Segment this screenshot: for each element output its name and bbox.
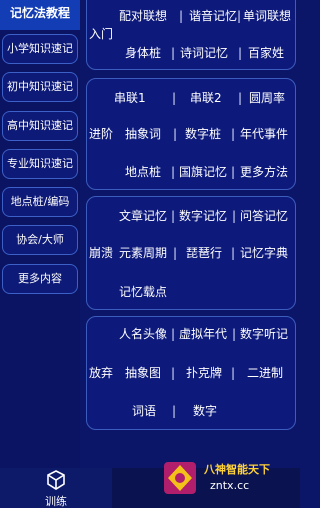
menu-item[interactable]: 人名头像 (119, 326, 167, 342)
separator: | (173, 246, 178, 260)
panel-advanced: 串联1 | 串联2 | 圆周率 进阶 抽象词 | 数字桩 | 年代事件 地点桩 … (86, 78, 296, 190)
sidebar-item-more[interactable]: 更多内容 (2, 264, 78, 294)
panel-application: 文章记忆 | 数字记忆 | 问答记忆 崩溃 元素周期 | 琵琶行 | 记忆字典 … (86, 196, 296, 310)
menu-item[interactable]: 抽象图 (125, 365, 161, 381)
separator: | (232, 327, 237, 341)
sidebar-item-junior-high[interactable]: 初中知识速记 (2, 72, 78, 102)
menu-item[interactable]: 入门 (89, 26, 113, 42)
menu-item[interactable]: 文章记忆 (119, 208, 167, 224)
separator: | (232, 209, 237, 223)
nav-train[interactable]: 训练 (0, 468, 112, 508)
menu-item[interactable]: 配对联想 (119, 8, 167, 24)
sidebar: 记忆法教程 小学知识速记 初中知识速记 高中知识速记 专业知识速记 地点桩/编码… (0, 0, 80, 468)
menu-item[interactable]: 地点桩 (125, 164, 161, 180)
menu-item[interactable]: 元素周期 (119, 245, 167, 261)
separator: | (172, 404, 177, 418)
separator: | (173, 127, 178, 141)
menu-item[interactable]: 进阶 (89, 126, 113, 142)
menu-item[interactable]: 百家姓 (248, 45, 284, 61)
sidebar-item-professional[interactable]: 专业知识速记 (2, 149, 78, 179)
separator: | (231, 246, 236, 260)
menu-item[interactable]: 数字桩 (185, 126, 221, 142)
panel-competition: 人名头像 | 虚拟年代 | 数字听记 放弃 抽象图 | 扑克牌 | 二进制 词语… (86, 316, 296, 430)
menu-item[interactable]: 数字记忆 (179, 208, 227, 224)
menu-item[interactable]: 记忆字典 (240, 245, 288, 261)
menu-item[interactable]: 崩溃 (89, 245, 113, 261)
menu-item[interactable]: 数字 (193, 403, 217, 419)
menu-item[interactable]: 扑克牌 (186, 365, 222, 381)
sidebar-item-senior-high[interactable]: 高中知识速记 (2, 111, 78, 141)
sidebar-item-memory-palace[interactable]: 地点桩/编码 (2, 187, 78, 217)
menu-item[interactable]: 二进制 (247, 365, 283, 381)
nav-train-label: 训练 (45, 495, 67, 508)
menu-item[interactable]: 单词联想 (243, 8, 291, 24)
separator: | (231, 165, 236, 179)
separator: | (179, 9, 184, 23)
train-icon (47, 470, 65, 490)
menu-item[interactable]: 诗词记忆 (180, 45, 228, 61)
separator: | (171, 165, 176, 179)
menu-item[interactable]: 谐音记忆 (189, 8, 237, 24)
menu-item[interactable]: 年代事件 (240, 126, 288, 142)
menu-item[interactable]: 词语 (132, 403, 156, 419)
separator: | (231, 127, 236, 141)
menu-item[interactable]: 放弃 (89, 365, 113, 381)
separator: | (171, 46, 176, 60)
menu-item[interactable]: 记忆载点 (119, 284, 167, 300)
watermark: 八神智能天下 zntx.cc (204, 462, 300, 502)
menu-item[interactable]: 更多方法 (240, 164, 288, 180)
menu-item[interactable]: 身体桩 (125, 45, 161, 61)
separator: | (237, 9, 242, 23)
watermark-url: zntx.cc (210, 479, 250, 492)
menu-item[interactable]: 串联2 (190, 90, 222, 106)
menu-item[interactable]: 琵琶行 (186, 245, 222, 261)
separator: | (238, 91, 243, 105)
separator: | (172, 91, 177, 105)
sidebar-item-primary-school[interactable]: 小学知识速记 (2, 34, 78, 64)
separator: | (171, 327, 176, 341)
menu-item[interactable]: 串联1 (114, 90, 146, 106)
menu-item[interactable]: 抽象词 (125, 126, 161, 142)
menu-item[interactable]: 问答记忆 (240, 208, 288, 224)
menu-item[interactable]: 虚拟年代 (179, 326, 227, 342)
separator: | (238, 46, 243, 60)
separator: | (171, 366, 176, 380)
separator: | (171, 209, 176, 223)
menu-item[interactable]: 圆周率 (249, 90, 285, 106)
watermark-logo-icon (164, 462, 196, 494)
sidebar-item-association[interactable]: 协会/大师 (2, 225, 78, 255)
sidebar-header[interactable]: 记忆法教程 (0, 0, 80, 30)
menu-item[interactable]: 国旗记忆 (179, 164, 227, 180)
menu-item[interactable]: 数字听记 (240, 326, 288, 342)
panel-beginner: 配对联想 | 谐音记忆 | 单词联想 入门 身体桩 | 诗词记忆 | 百家姓 (86, 0, 296, 70)
separator: | (231, 366, 236, 380)
watermark-title: 八神智能天下 (204, 463, 270, 476)
